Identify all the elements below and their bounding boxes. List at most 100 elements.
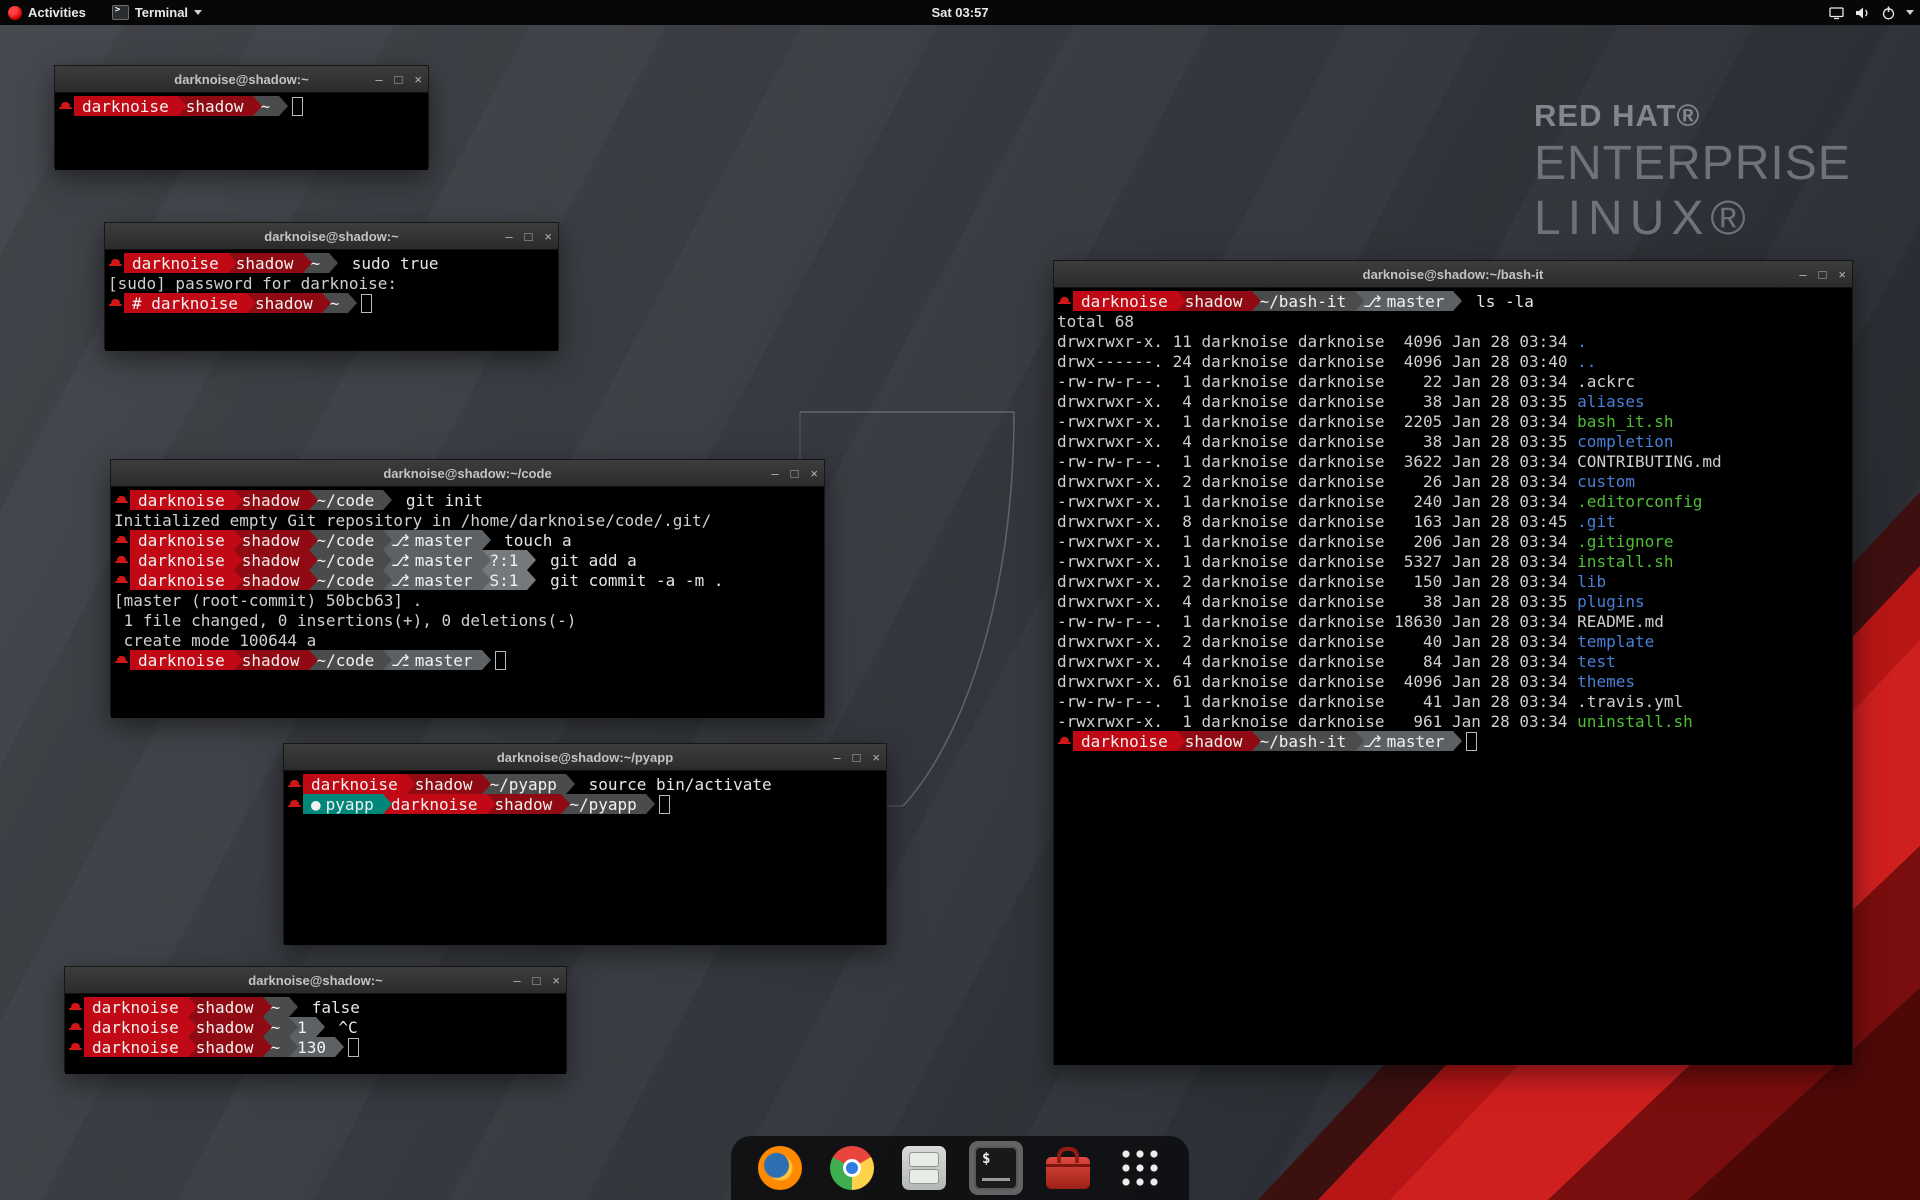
- minimize-button[interactable]: –: [375, 73, 382, 86]
- dock-item-firefox[interactable]: [753, 1141, 807, 1195]
- caret-down-icon[interactable]: [1906, 10, 1914, 15]
- terminal-output-line: drwxrwxr-x. 4 darknoise darknoise 84 Jan…: [1057, 651, 1852, 671]
- output-text: drwxrwxr-x. 4 darknoise darknoise 38 Jan…: [1057, 392, 1577, 411]
- window-titlebar[interactable]: darknoise@shadow:~/code – □ ×: [111, 460, 824, 487]
- prompt-segment-darkred: shadow: [234, 570, 309, 590]
- terminal-output-line: -rwxrwxr-x. 1 darknoise darknoise 961 Ja…: [1057, 711, 1852, 731]
- prompt-segment-path: ~/bash-it: [1252, 291, 1356, 311]
- system-tray[interactable]: [1828, 0, 1914, 25]
- minimize-button[interactable]: –: [513, 974, 520, 987]
- terminal-output-line: -rwxrwxr-x. 1 darknoise darknoise 5327 J…: [1057, 551, 1852, 571]
- app-menu[interactable]: Terminal: [112, 5, 202, 20]
- terminal-output-line: drwxrwxr-x. 4 darknoise darknoise 38 Jan…: [1057, 591, 1852, 611]
- terminal-content[interactable]: darknoiseshadow~/pyapp source bin/activa…: [284, 771, 886, 945]
- dock-item-files[interactable]: [897, 1141, 951, 1195]
- window-titlebar[interactable]: darknoise@shadow:~ – □ ×: [55, 66, 428, 93]
- prompt-segment-venv: ●pyapp: [303, 794, 383, 814]
- terminal-prompt-line: ●pyappdarknoiseshadow~/pyapp: [287, 794, 886, 814]
- prompt-segment-red: darknoise: [84, 1017, 188, 1037]
- terminal-content[interactable]: darknoiseshadow~/code git initInitialize…: [111, 487, 824, 718]
- maximize-button[interactable]: □: [525, 230, 533, 243]
- terminal-output-line: [sudo] password for darknoise:: [108, 273, 558, 293]
- terminal-content[interactable]: darknoiseshadow~ falsedarknoiseshadow~1 …: [65, 994, 566, 1074]
- maximize-button[interactable]: □: [853, 751, 861, 764]
- output-text: drwxrwxr-x. 11 darknoise darknoise 4096 …: [1057, 332, 1577, 351]
- prompt-segment-red: darknoise: [383, 794, 487, 814]
- prompt-segment-path: ~/pyapp: [561, 794, 645, 814]
- dock-item-app-grid[interactable]: [1113, 1141, 1167, 1195]
- output-text: .ackrc: [1577, 372, 1635, 391]
- firefox-icon: [758, 1146, 802, 1190]
- prompt-segment-path: ~/code: [309, 530, 384, 550]
- terminal-prompt-line: darknoiseshadow~: [58, 96, 428, 116]
- terminal-output-line: drwxrwxr-x. 61 darknoise darknoise 4096 …: [1057, 671, 1852, 691]
- terminal-window-pyapp: darknoise@shadow:~/pyapp – □ × darknoise…: [283, 743, 887, 943]
- file-name-dir: themes: [1577, 672, 1635, 691]
- minimize-button[interactable]: –: [833, 751, 840, 764]
- dock-item-terminal[interactable]: [969, 1141, 1023, 1195]
- close-button[interactable]: ×: [544, 230, 552, 243]
- command-text: ls -la: [1466, 292, 1533, 311]
- clock[interactable]: Sat 03:57: [931, 5, 988, 20]
- window-title: darknoise@shadow:~/pyapp: [497, 750, 673, 765]
- terminal-cursor: [495, 651, 506, 670]
- terminal-cursor: [361, 294, 372, 313]
- terminal-output-line: Initialized empty Git repository in /hom…: [114, 510, 824, 530]
- terminal-cursor: [292, 97, 303, 116]
- toolbox-icon: [1046, 1157, 1090, 1189]
- terminal-prompt-line: darknoiseshadow~/code⎇master touch a: [114, 530, 824, 550]
- redhat-prompt-icon: [114, 530, 130, 550]
- output-text: -rw-rw-r--. 1 darknoise darknoise 3622 J…: [1057, 452, 1577, 471]
- terminal-content[interactable]: darknoiseshadow~/bash-it⎇master ls -lato…: [1054, 288, 1852, 1065]
- minimize-button[interactable]: –: [771, 467, 778, 480]
- close-button[interactable]: ×: [1838, 268, 1846, 281]
- redhat-prompt-icon: [68, 997, 84, 1017]
- maximize-button[interactable]: □: [395, 73, 403, 86]
- prompt-segment-red: darknoise: [1073, 291, 1177, 311]
- terminal-output-line: -rw-rw-r--. 1 darknoise darknoise 41 Jan…: [1057, 691, 1852, 711]
- power-icon[interactable]: [1880, 5, 1897, 21]
- redhat-prompt-icon: [1057, 731, 1073, 751]
- desktop: RED HAT® ENTERPRISE LINUX® Activities Te…: [0, 0, 1920, 1200]
- file-name-exec: .editorconfig: [1577, 492, 1702, 511]
- terminal-cursor: [1466, 732, 1477, 751]
- dock-item-toolbox[interactable]: [1041, 1141, 1095, 1195]
- dock-item-chrome[interactable]: [825, 1141, 879, 1195]
- display-icon[interactable]: [1828, 5, 1845, 21]
- redhat-prompt-icon: [1057, 291, 1073, 311]
- output-text: CONTRIBUTING.md: [1577, 452, 1722, 471]
- terminal-output-line: -rwxrwxr-x. 1 darknoise darknoise 240 Ja…: [1057, 491, 1852, 511]
- volume-icon[interactable]: [1854, 5, 1871, 21]
- branch-icon: ⎇: [391, 531, 409, 550]
- terminal-output-line: drwxrwxr-x. 8 darknoise darknoise 163 Ja…: [1057, 511, 1852, 531]
- window-titlebar[interactable]: darknoise@shadow:~ – □ ×: [65, 967, 566, 994]
- maximize-button[interactable]: □: [1819, 268, 1827, 281]
- window-titlebar[interactable]: darknoise@shadow:~/bash-it – □ ×: [1054, 261, 1852, 288]
- terminal-prompt-line: darknoiseshadow~ sudo true: [108, 253, 558, 273]
- prompt-segment-darkred: shadow: [1177, 731, 1252, 751]
- close-button[interactable]: ×: [872, 751, 880, 764]
- maximize-button[interactable]: □: [791, 467, 799, 480]
- activities-button[interactable]: Activities: [8, 5, 86, 20]
- redhat-prompt-icon: [68, 1037, 84, 1057]
- prompt-segment-git: ⎇master: [383, 570, 481, 590]
- window-titlebar[interactable]: darknoise@shadow:~/pyapp – □ ×: [284, 744, 886, 771]
- command-text: ^C: [329, 1018, 358, 1037]
- close-button[interactable]: ×: [552, 974, 560, 987]
- brand-line-linux: LINUX®: [1534, 191, 1851, 246]
- terminal-prompt-line: darknoiseshadow~1 ^C: [68, 1017, 566, 1037]
- terminal-content[interactable]: darknoiseshadow~: [55, 93, 428, 170]
- window-titlebar[interactable]: darknoise@shadow:~ – □ ×: [105, 223, 558, 250]
- terminal-content[interactable]: darknoiseshadow~ sudo true[sudo] passwor…: [105, 250, 558, 351]
- maximize-button[interactable]: □: [533, 974, 541, 987]
- terminal-prompt-line: darknoiseshadow~/bash-it⎇master ls -la: [1057, 291, 1852, 311]
- minimize-button[interactable]: –: [1799, 268, 1806, 281]
- redhat-prompt-icon: [287, 774, 303, 794]
- command-text: git commit -a -m .: [540, 571, 723, 590]
- close-button[interactable]: ×: [810, 467, 818, 480]
- terminal-output-line: drwx------. 24 darknoise darknoise 4096 …: [1057, 351, 1852, 371]
- minimize-button[interactable]: –: [505, 230, 512, 243]
- close-button[interactable]: ×: [414, 73, 422, 86]
- terminal-window-code: darknoise@shadow:~/code – □ × darknoises…: [110, 459, 825, 716]
- terminal-prompt-line: # darknoiseshadow~: [108, 293, 558, 313]
